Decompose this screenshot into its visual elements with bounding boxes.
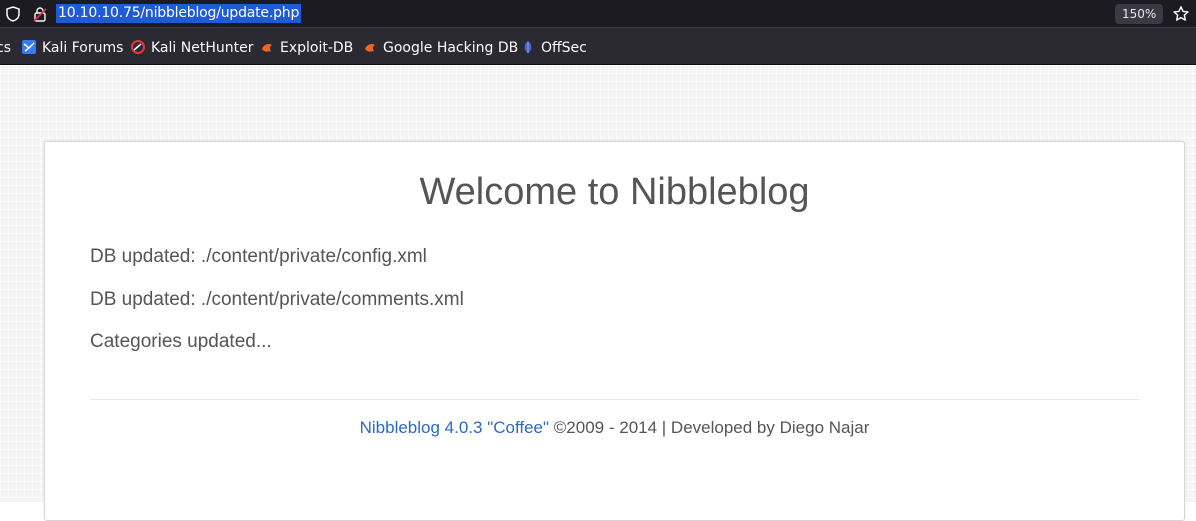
shield-icon[interactable] (6, 6, 20, 22)
divider (90, 399, 1139, 400)
page-title: Welcome to Nibbleblog (419, 171, 810, 213)
page-background: Welcome to Nibbleblog DB updated: ./cont… (0, 65, 1196, 521)
status-message: DB updated: ./content/private/config.xml (90, 246, 427, 267)
bookmark-label: cs (0, 40, 11, 56)
bookmark-label: Kali Forums (42, 40, 124, 56)
ghdb-icon (365, 44, 375, 52)
zoom-level-button[interactable]: 150% (1115, 4, 1164, 24)
bookmark-label: OffSec (541, 40, 587, 56)
url-input[interactable]: 10.10.10.75/nibbleblog/update.php (56, 4, 302, 23)
bookmark-label: Kali NetHunter (151, 40, 254, 56)
bookmark-exploit-db[interactable]: Exploit-DB (260, 28, 353, 65)
bookmark-item-partial[interactable]: cs (0, 28, 11, 65)
lock-icon[interactable] (33, 6, 47, 22)
kali-nethunter-icon (131, 40, 145, 54)
bookmark-kali-forums[interactable]: Kali Forums (22, 28, 123, 65)
bookmark-offsec[interactable]: OffSec (521, 28, 587, 65)
status-message: Categories updated... (90, 331, 272, 352)
nibbleblog-version-link[interactable]: Nibbleblog 4.0.3 "Coffee" (360, 418, 549, 437)
kali-forums-icon (22, 40, 36, 54)
offsec-icon (524, 41, 532, 53)
exploit-db-icon (262, 44, 272, 52)
content-box: Welcome to Nibbleblog DB updated: ./cont… (44, 141, 1185, 521)
bookmark-kali-nethunter[interactable]: Kali NetHunter (131, 28, 253, 65)
footer-text: ©2009 - 2014 | Developed by Diego Najar (549, 418, 870, 437)
browser-url-bar: 10.10.10.75/nibbleblog/update.php 150% (0, 0, 1196, 28)
status-message: DB updated: ./content/private/comments.x… (90, 289, 464, 310)
bookmarks-toolbar: cs Kali Forums Kali NetHunter Exploit-DB… (0, 28, 1196, 65)
bookmark-google-hacking-db[interactable]: Google Hacking DB (363, 28, 518, 65)
bookmark-label: Exploit-DB (280, 40, 354, 56)
bookmark-label: Google Hacking DB (383, 40, 519, 56)
footer: Nibbleblog 4.0.3 "Coffee" ©2009 - 2014 |… (45, 418, 1184, 438)
bookmark-star-icon[interactable] (1172, 5, 1190, 23)
